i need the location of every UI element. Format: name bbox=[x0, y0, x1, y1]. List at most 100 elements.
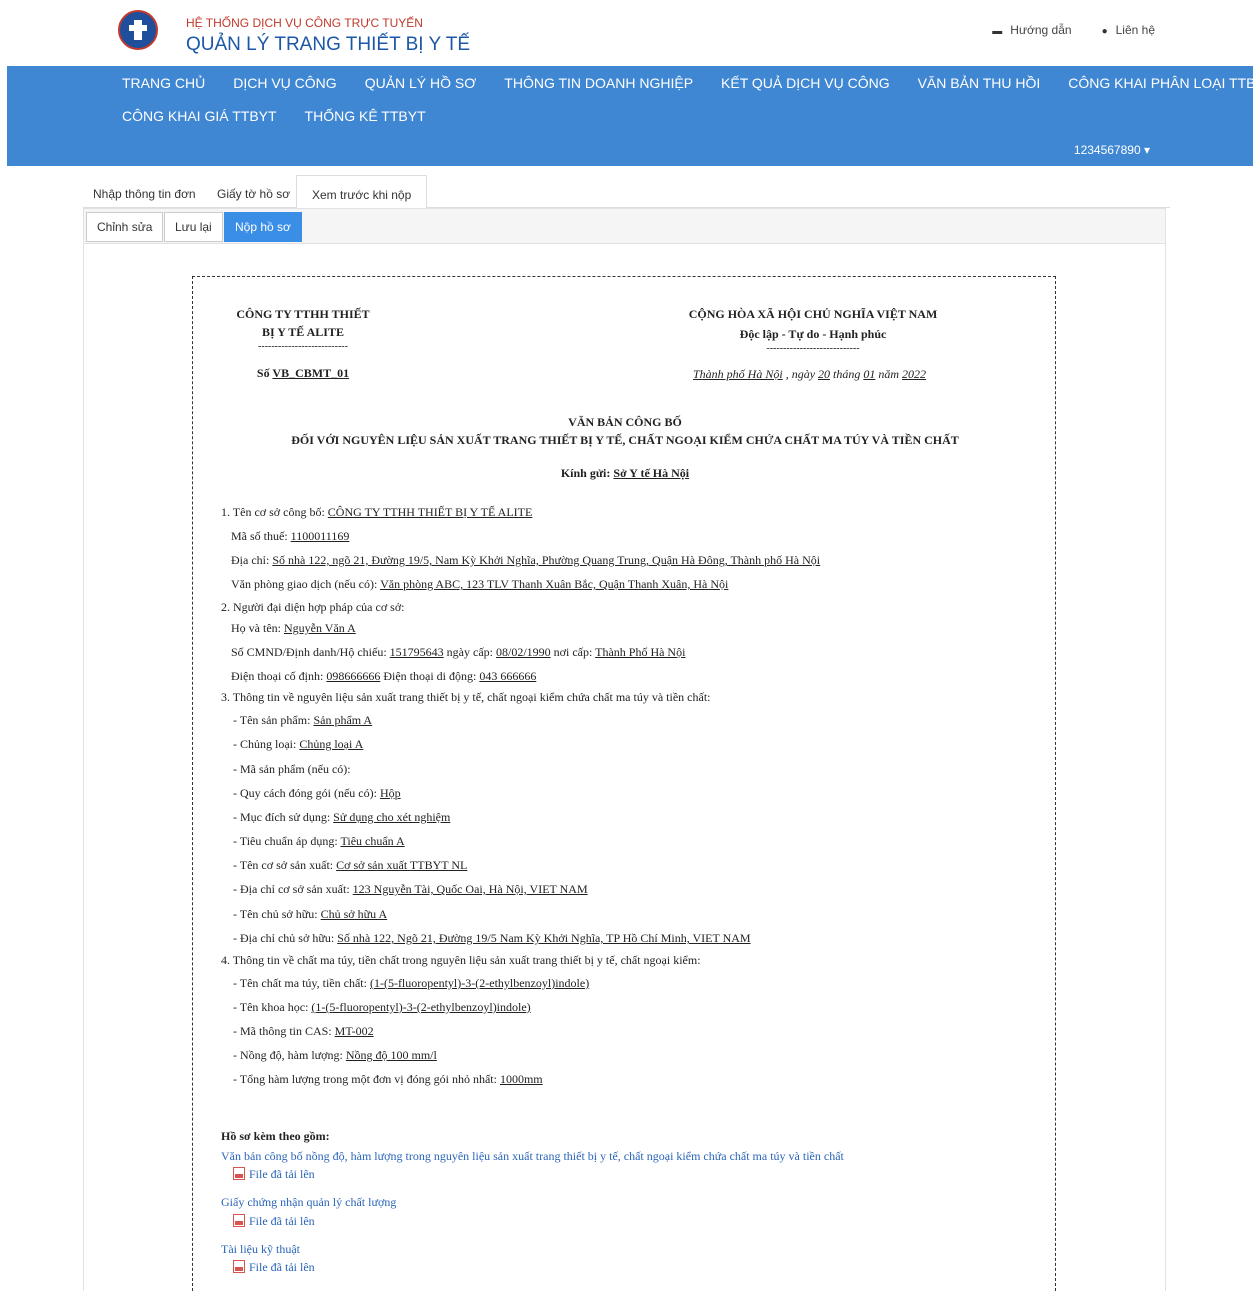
field-label: - Tên khoa học: bbox=[233, 1000, 312, 1014]
field-value: Sử dụng cho xét nghiệm bbox=[333, 810, 451, 824]
field-label: Điện thoại cố định: bbox=[231, 669, 327, 683]
map-marker-icon: ● bbox=[1101, 26, 1108, 37]
field-label: Họ và tên: bbox=[231, 621, 284, 635]
doc-line: - Tên chất ma túy, tiền chất: (1-(5-fluo… bbox=[233, 976, 589, 991]
attachment-name: Tài liệu kỹ thuật bbox=[221, 1242, 300, 1256]
field-value: Số nhà 122, Ngõ 21, Đường 19/5 Nam Kỳ Kh… bbox=[337, 931, 751, 945]
company-name-line2: BỊ Y TẾ ALITE bbox=[262, 325, 344, 339]
attachments-title: Hồ sơ kèm theo gồm: bbox=[221, 1129, 330, 1143]
tab-documents[interactable]: Giấy tờ hồ sơ bbox=[217, 187, 290, 201]
field-label: Mã số thuế: bbox=[231, 529, 291, 543]
book-icon: ▬ bbox=[992, 26, 1003, 37]
right-divider: ---------------------------- bbox=[766, 343, 860, 354]
tab-preview[interactable]: Xem trước khi nộp bbox=[296, 175, 428, 209]
doc-line: Địa chỉ: Số nhà 122, ngõ 21, Đường 19/5,… bbox=[231, 553, 820, 568]
attachment-name: Giấy chứng nhận quản lý chất lượng bbox=[221, 1195, 397, 1209]
nav-statistics[interactable]: THỐNG KÊ TTBYT bbox=[305, 108, 426, 124]
field-value: 043 666666 bbox=[479, 669, 537, 683]
nav-public-services[interactable]: DỊCH VỤ CÔNG bbox=[233, 75, 336, 91]
nav-row-2: CÔNG KHAI GIÁ TTBYT THỐNG KÊ TTBYT bbox=[122, 108, 426, 124]
doc-line: - Địa chỉ chủ sở hữu: Số nhà 122, Ngõ 21… bbox=[233, 931, 751, 946]
edit-button[interactable]: Chỉnh sửa bbox=[86, 212, 164, 242]
attachment-file-link[interactable]: File đã tải lên bbox=[233, 1214, 315, 1229]
doc-line: Điện thoại cố định: 098666666 Điện thoại… bbox=[231, 669, 536, 684]
nav-public-classification[interactable]: CÔNG KHAI PHÂN LOẠI TTBYT bbox=[1068, 75, 1253, 91]
attachment-name: Văn bản công bố nồng độ, hàm lượng trong… bbox=[221, 1149, 844, 1163]
field-value: Tiêu chuẩn A bbox=[340, 834, 405, 848]
recipient-line: Kính gửi: Sở Y tế Hà Nội bbox=[193, 466, 1057, 481]
company-name-line1: CÔNG TY TTHH THIẾT bbox=[236, 307, 370, 321]
contact-link[interactable]: ● Liên hệ bbox=[1102, 23, 1155, 37]
field-value: Nguyễn Văn A bbox=[284, 621, 356, 635]
document-number: Số VB_CBMT_01 bbox=[213, 366, 393, 381]
nav-row-1: TRANG CHỦ DỊCH VỤ CÔNG QUẢN LÝ HỒ SƠ THÔ… bbox=[122, 75, 1253, 91]
field-value: Cơ sở sản xuất TTBYT NL bbox=[336, 858, 468, 872]
guide-link[interactable]: ▬ Hướng dẫn bbox=[992, 23, 1071, 37]
tab-enter-info[interactable]: Nhập thông tin đơn bbox=[93, 187, 196, 201]
nav-recall-documents[interactable]: VĂN BẢN THU HỒI bbox=[918, 75, 1041, 91]
date-year: 2022 bbox=[902, 367, 927, 381]
left-divider: --------------------------- bbox=[258, 341, 348, 352]
motto: Độc lập - Tự do - Hạnh phúc bbox=[739, 327, 887, 341]
field-label: - Mã sản phẩm (nếu có): bbox=[233, 762, 351, 776]
field-value: Thành Phố Hà Nội bbox=[595, 645, 686, 659]
date-rest: , ngày bbox=[782, 367, 819, 381]
system-title[interactable]: QUẢN LÝ TRANG THIẾT BỊ Y TẾ bbox=[186, 34, 470, 56]
doc-line: - Mục đích sử dụng: Sử dụng cho xét nghi… bbox=[233, 810, 450, 825]
doc-line: 3. Thông tin về nguyên liệu sản xuất tra… bbox=[221, 690, 710, 705]
field-label: - Tên sản phẩm: bbox=[233, 713, 314, 727]
tab-bar: Nhập thông tin đơn Giấy tờ hồ sơ Xem trư… bbox=[83, 175, 1170, 209]
field-label: Điện thoại di động: bbox=[380, 669, 480, 683]
save-button[interactable]: Lưu lại bbox=[164, 212, 223, 242]
toolbar: Chỉnh sửa Lưu lại Nộp hồ sơ bbox=[83, 208, 1166, 244]
field-value: 1000mm bbox=[499, 1072, 543, 1086]
pdf-icon bbox=[233, 1260, 245, 1273]
nav-home[interactable]: TRANG CHỦ bbox=[122, 75, 205, 91]
field-label: - Địa chỉ cơ sở sản xuất: bbox=[233, 882, 353, 896]
attachment-file-link[interactable]: File đã tải lên bbox=[233, 1260, 315, 1275]
nav-company-info[interactable]: THÔNG TIN DOANH NGHIỆP bbox=[504, 75, 693, 91]
field-label: Địa chỉ: bbox=[231, 553, 273, 567]
header: HỆ THỐNG DỊCH VỤ CÔNG TRỰC TUYẾN QUẢN LÝ… bbox=[0, 0, 1253, 66]
user-menu[interactable]: 1234567890 ▾ bbox=[1074, 143, 1150, 157]
field-value: (1-(5-fluoropentyl)-3-(2-ethylbenzoyl)in… bbox=[369, 976, 590, 990]
field-label: - Tên chủ sở hữu: bbox=[233, 907, 321, 921]
field-label: - Địa chỉ chủ sở hữu: bbox=[233, 931, 338, 945]
doc-subtitle: ĐỐI VỚI NGUYÊN LIỆU SẢN XUẤT TRANG THIẾT… bbox=[291, 433, 959, 447]
logo-cross-horizontal bbox=[129, 25, 147, 31]
field-value: Chủ sở hữu A bbox=[320, 907, 388, 921]
guide-label: Hướng dẫn bbox=[1010, 23, 1072, 37]
date-place: Thành phố Hà Nội bbox=[693, 367, 783, 381]
doc-line: - Quy cách đóng gói (nếu có): Hộp bbox=[233, 786, 401, 801]
doc-line: 1. Tên cơ sở công bố: CÔNG TY TTHH THIẾT… bbox=[221, 505, 532, 520]
attachment-file-link[interactable]: File đã tải lên bbox=[233, 1167, 315, 1182]
doc-line: - Chủng loại: Chủng loại A bbox=[233, 737, 363, 752]
nav-manage-records[interactable]: QUẢN LÝ HỒ SƠ bbox=[365, 75, 477, 91]
number-prefix: Số bbox=[256, 366, 270, 380]
doc-line: - Tiêu chuẩn áp dụng: Tiêu chuẩn A bbox=[233, 834, 405, 849]
field-label: - Tổng hàm lượng trong một đơn vị đóng g… bbox=[233, 1072, 500, 1086]
doc-line: - Tên sản phẩm: Sản phẩm A bbox=[233, 713, 372, 728]
doc-line: - Mã thông tin CAS: MT-002 bbox=[233, 1024, 374, 1039]
field-label: 2. Người đại diện hợp pháp của cơ sở: bbox=[221, 600, 405, 614]
field-value: 1100011169 bbox=[290, 529, 350, 543]
field-label: - Mã thông tin CAS: bbox=[233, 1024, 335, 1038]
recipient-label: Kính gửi: bbox=[560, 466, 614, 480]
main-nav: TRANG CHỦ DỊCH VỤ CÔNG QUẢN LÝ HỒ SƠ THÔ… bbox=[7, 66, 1253, 166]
year-label: năm bbox=[875, 367, 903, 381]
doc-line: - Tên chủ sở hữu: Chủ sở hữu A bbox=[233, 907, 387, 922]
nav-public-prices[interactable]: CÔNG KHAI GIÁ TTBYT bbox=[122, 108, 277, 124]
ministry-logo[interactable] bbox=[118, 10, 158, 50]
recipient-value: Sở Y tế Hà Nội bbox=[613, 466, 690, 480]
nav-service-results[interactable]: KẾT QUẢ DỊCH VỤ CÔNG bbox=[721, 75, 890, 91]
field-value: Số nhà 122, ngõ 21, Đường 19/5, Nam Kỳ K… bbox=[272, 553, 821, 567]
field-value: Hộp bbox=[379, 786, 401, 800]
attachment-file-label: File đã tải lên bbox=[249, 1260, 315, 1274]
doc-line: - Tên cơ sở sản xuất: Cơ sở sản xuất TTB… bbox=[233, 858, 467, 873]
field-label: ngày cấp: bbox=[443, 645, 496, 659]
doc-line: - Tên khoa học: (1-(5-fluoropentyl)-3-(2… bbox=[233, 1000, 531, 1015]
submit-button[interactable]: Nộp hồ sơ bbox=[224, 212, 302, 242]
field-label: - Tên chất ma túy, tiền chất: bbox=[233, 976, 370, 990]
field-value: 08/02/1990 bbox=[495, 645, 551, 659]
field-label: - Tiêu chuẩn áp dụng: bbox=[233, 834, 341, 848]
